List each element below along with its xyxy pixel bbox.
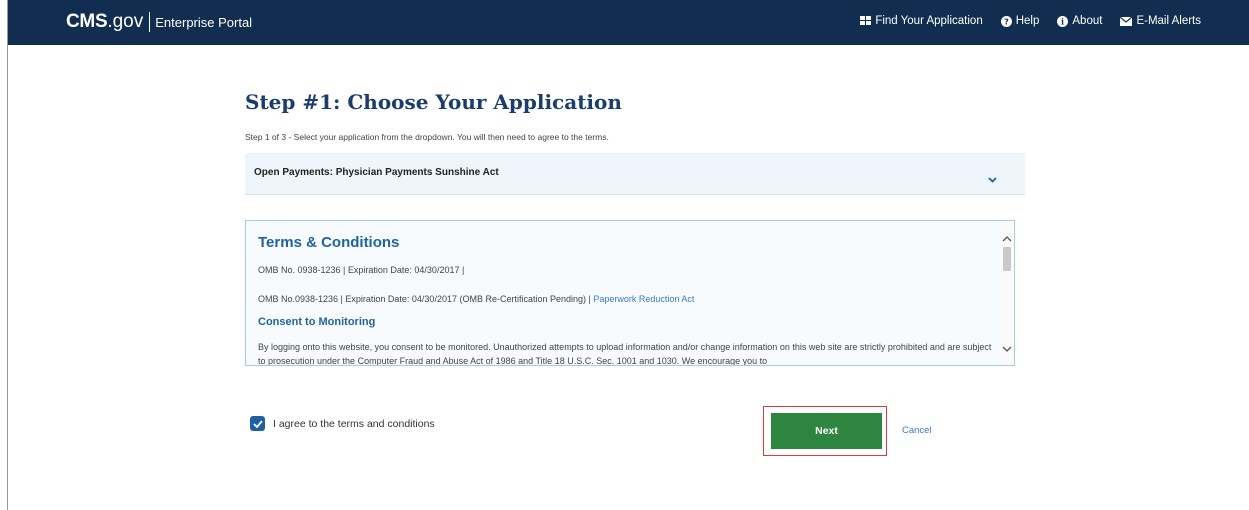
- consent-text: By logging onto this website, you consen…: [258, 342, 992, 365]
- top-header: CMS .gov Enterprise Portal Find Your Appl…: [8, 0, 1249, 45]
- nav-label: Help: [1015, 15, 1040, 27]
- nav-label: About: [1072, 15, 1103, 27]
- agree-terms-label: I agree to the terms and conditions: [273, 417, 435, 430]
- info-circle-icon: i: [1057, 15, 1069, 27]
- checkbox-checked-icon[interactable]: [250, 416, 265, 431]
- omb-recert-text: OMB No.0938-1236 | Expiration Date: 04/3…: [258, 294, 594, 304]
- brand-divider: [149, 12, 151, 32]
- brand-portal-name: Enterprise Portal: [155, 14, 253, 30]
- nav-label: E-Mail Alerts: [1136, 15, 1201, 27]
- paperwork-reduction-link[interactable]: Paperwork Reduction Act: [593, 294, 694, 304]
- terms-title: Terms & Conditions: [258, 234, 400, 251]
- page-title: Step #1: Choose Your Application: [245, 90, 622, 114]
- cancel-link[interactable]: Cancel: [902, 425, 932, 436]
- application-dropdown[interactable]: Open Payments: Physician Payments Sunshi…: [245, 153, 1025, 195]
- nav-about[interactable]: i About: [1057, 15, 1102, 27]
- next-button[interactable]: Next: [771, 413, 882, 449]
- question-circle-icon: ?: [1000, 15, 1012, 27]
- nav-find-your-application[interactable]: Find Your Application: [860, 15, 983, 27]
- step-instructions: Step 1 of 3 - Select your application fr…: [245, 132, 609, 142]
- scroll-thumb[interactable]: [1003, 247, 1011, 271]
- left-border: [7, 0, 8, 510]
- omb-recert-line: OMB No.0938-1236 | Expiration Date: 04/3…: [258, 294, 694, 304]
- svg-text:?: ?: [1004, 17, 1009, 26]
- cms-logo[interactable]: CMS .gov Enterprise Portal: [66, 11, 252, 33]
- omb-line: OMB No. 0938-1236 | Expiration Date: 04/…: [258, 265, 465, 275]
- top-nav: Find Your Application ? Help i About E-M…: [860, 15, 1201, 27]
- brand-cms: CMS: [66, 11, 108, 32]
- scroll-down-arrow-icon[interactable]: [1002, 339, 1012, 357]
- consent-heading: Consent to Monitoring: [258, 316, 376, 328]
- brand-gov: .gov: [107, 11, 144, 32]
- terms-content: Terms & Conditions OMB No. 0938-1236 | E…: [246, 221, 1000, 365]
- nav-email-alerts[interactable]: E-Mail Alerts: [1120, 15, 1201, 27]
- grid-icon: [860, 16, 872, 26]
- dropdown-selected-value: Open Payments: Physician Payments Sunshi…: [254, 167, 499, 178]
- chevron-down-icon: [988, 170, 997, 188]
- envelope-icon: [1120, 16, 1133, 26]
- nav-help[interactable]: ? Help: [1000, 15, 1040, 27]
- terms-panel[interactable]: Terms & Conditions OMB No. 0938-1236 | E…: [245, 220, 1015, 366]
- terms-scrollbar[interactable]: [1000, 221, 1014, 365]
- nav-label: Find Your Application: [875, 15, 983, 27]
- svg-text:i: i: [1061, 16, 1064, 26]
- scroll-up-arrow-icon[interactable]: [1002, 229, 1012, 247]
- agree-terms-checkbox[interactable]: I agree to the terms and conditions: [250, 416, 435, 431]
